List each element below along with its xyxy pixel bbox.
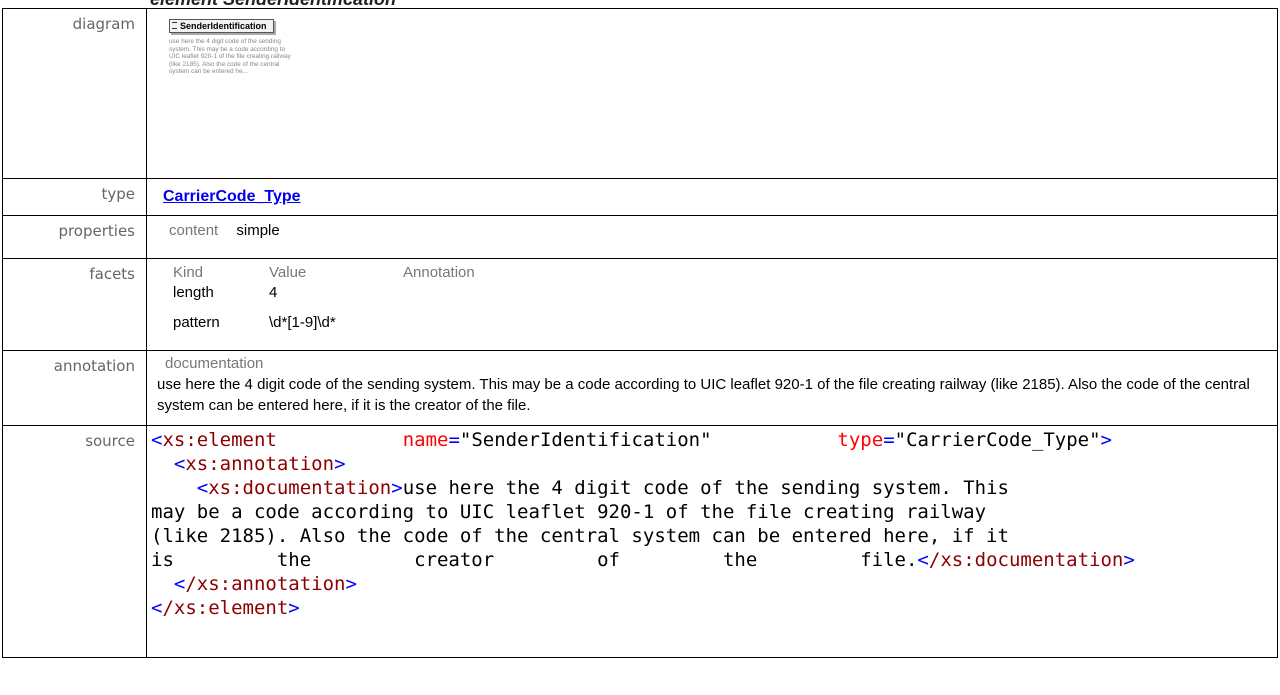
src-annotation-close: /xs:annotation <box>185 573 346 595</box>
src-attr-type-value: "CarrierCode_Type" <box>894 429 1101 451</box>
diagram-element-title: SenderIdentification <box>180 21 267 31</box>
facet-value: \d*[1-9]\d* <box>269 314 336 331</box>
annotation-cell: documentation use here the 4 digit code … <box>146 350 1278 426</box>
src-documentation-close: /xs:documentation <box>928 549 1124 571</box>
type-link[interactable]: CarrierCode_Type <box>163 188 301 205</box>
annotation-text: use here the 4 digit code of the sending… <box>157 376 1250 414</box>
src-annotation-open: xs:annotation <box>185 453 335 475</box>
label-type: type <box>2 178 147 216</box>
src-attr-name: name <box>402 429 449 451</box>
schema-doc-table: diagram SenderIdentification use here th… <box>2 8 1278 658</box>
facets-row: length 4 <box>163 284 475 314</box>
properties-key: content <box>169 222 219 239</box>
facets-cell: Kind Value Annotation length 4 pattern \… <box>146 258 1278 351</box>
src-attr-name-value: "SenderIdentification" <box>459 429 712 451</box>
row-type: type CarrierCode_Type <box>2 178 1278 216</box>
facet-kind: length <box>173 284 214 301</box>
diagram-cell: SenderIdentification use here the 4 digi… <box>146 8 1278 179</box>
label-properties: properties <box>2 215 147 259</box>
facet-kind: pattern <box>173 314 220 331</box>
facets-header-annotation: Annotation <box>403 264 475 281</box>
label-diagram: diagram <box>2 8 147 179</box>
row-source: source <xs:element name="SenderIdentific… <box>2 425 1278 658</box>
src-element-close: /xs:element <box>162 597 289 619</box>
src-doc-text-2: may be a code according to UIC leaflet 9… <box>151 501 987 523</box>
row-facets: facets Kind Value Annotation length 4 pa… <box>2 258 1278 351</box>
src-element-open: xs:element <box>162 429 277 451</box>
annotation-header: documentation <box>165 355 264 372</box>
src-doc-text-4: is the creator of the file. <box>151 549 918 571</box>
label-facets: facets <box>2 258 147 351</box>
facets-row: pattern \d*[1-9]\d* <box>163 314 475 346</box>
src-doc-text-3: (like 2185). Also the code of the centra… <box>151 525 1009 547</box>
source-cell: <xs:element name="SenderIdentification" … <box>146 425 1278 658</box>
facet-value: 4 <box>269 284 278 301</box>
row-diagram: diagram SenderIdentification use here th… <box>2 8 1278 179</box>
properties-value: simple <box>236 222 280 239</box>
diagram-element-box[interactable]: SenderIdentification <box>169 19 274 33</box>
type-cell: CarrierCode_Type <box>146 178 1278 216</box>
src-attr-type: type <box>837 429 884 451</box>
facets-header-value: Value <box>269 264 307 281</box>
label-annotation: annotation <box>2 350 147 426</box>
properties-cell: content simple <box>146 215 1278 259</box>
row-annotation: annotation documentation use here the 4 … <box>2 350 1278 426</box>
src-doc-text-1: use here the 4 digit code of the sending… <box>402 477 1009 499</box>
facets-header-row: Kind Value Annotation <box>163 264 475 284</box>
diagram-element-note: use here the 4 digit code of the sending… <box>169 38 291 76</box>
label-source: source <box>2 425 147 658</box>
facets-header-kind: Kind <box>173 264 204 281</box>
src-documentation-open: xs:documentation <box>208 477 392 499</box>
row-properties: properties content simple <box>2 215 1278 259</box>
facets-table: Kind Value Annotation length 4 pattern \… <box>163 264 475 346</box>
source-code: <xs:element name="SenderIdentification" … <box>151 429 1135 619</box>
